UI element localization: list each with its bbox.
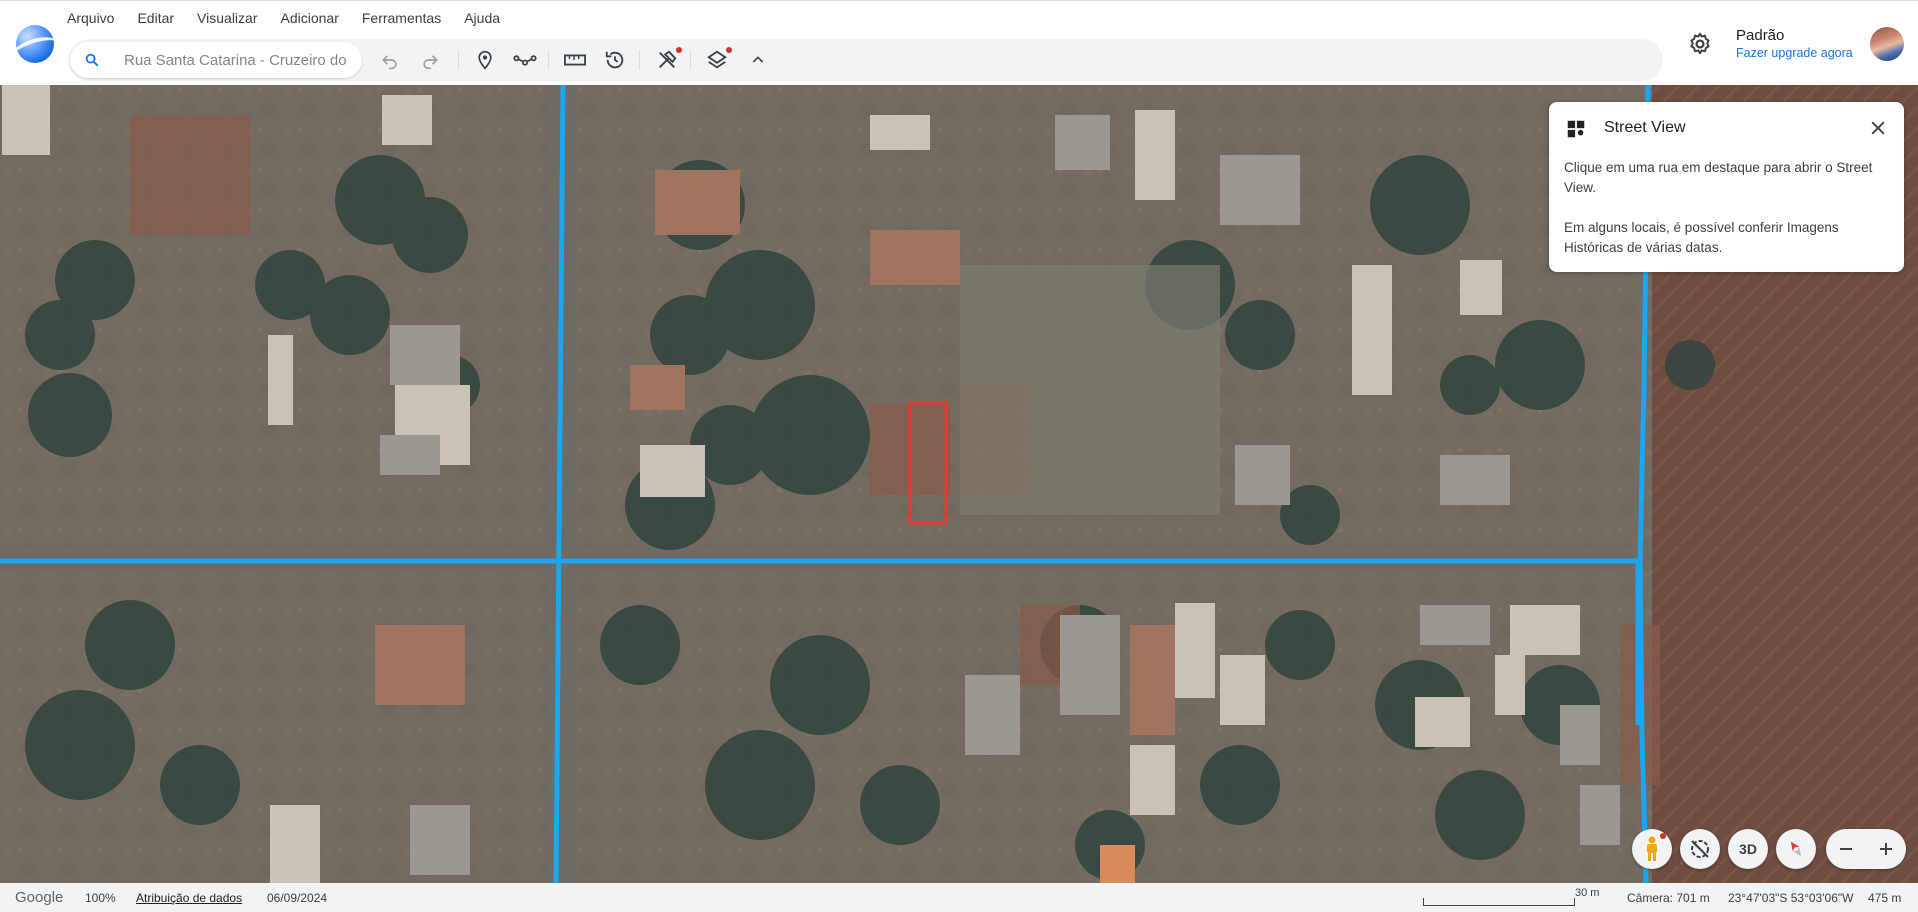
menu-ajuda[interactable]: Ajuda: [464, 9, 512, 27]
google-logo: Google: [15, 889, 64, 906]
chevron-up-icon: [752, 56, 764, 63]
street-view-text-2: Em alguns locais, é possível conferir Im…: [1564, 220, 1839, 255]
scale-label: 30 m: [1575, 887, 1600, 899]
coordinates: 23°47'03"S 53°03'06"W: [1728, 891, 1854, 905]
settings-icon[interactable]: [1687, 31, 1713, 57]
street-view-text-1: Clique em uma rua em destaque para abrir…: [1564, 160, 1873, 195]
status-bar: Google 100% Atribuição de dados 06/09/20…: [0, 883, 1918, 912]
notification-dot: [676, 47, 682, 53]
compass-icon: [1790, 841, 1802, 857]
notification-dot: [1660, 833, 1666, 839]
zoom-out-button[interactable]: [1826, 829, 1866, 869]
top-bar: Arquivo Editar Visualizar Adicionar Ferr…: [0, 0, 1918, 85]
pegman-button[interactable]: [1632, 829, 1672, 869]
layers-button[interactable]: [704, 47, 732, 72]
scale-bar: [1423, 898, 1575, 906]
menu-arquivo[interactable]: Arquivo: [67, 9, 126, 27]
undo-button[interactable]: [377, 48, 403, 72]
undo-icon: [382, 55, 397, 70]
minus-icon: [1840, 848, 1852, 850]
reset-tilt-button[interactable]: [1680, 829, 1720, 869]
compass-button[interactable]: [1776, 829, 1816, 869]
zoom-controls: [1826, 829, 1906, 869]
placemark-icon: [478, 50, 492, 70]
no-tilt-icon: [1691, 840, 1709, 858]
tools-button[interactable]: [654, 47, 682, 72]
elevation: 475 m: [1868, 891, 1902, 905]
avatar[interactable]: [1870, 27, 1904, 61]
notification-dot: [726, 47, 732, 53]
add-path-button[interactable]: [512, 48, 538, 72]
street-view-icon: [1567, 120, 1585, 138]
camera-altitude: Câmera: 701 m: [1627, 891, 1710, 905]
search-box[interactable]: [70, 42, 362, 78]
historical-imagery-button[interactable]: [602, 48, 628, 72]
pegman-icon: [1647, 836, 1657, 861]
plus-icon: [1880, 843, 1892, 855]
toggle-3d-button[interactable]: 3D: [1728, 829, 1768, 869]
street-view-title: Street View: [1604, 119, 1686, 136]
search-input[interactable]: [124, 50, 356, 70]
zoom-level: 100%: [85, 891, 116, 905]
toolbar-divider: [690, 50, 691, 70]
menu-editar[interactable]: Editar: [137, 9, 186, 27]
menu-visualizar[interactable]: Visualizar: [197, 9, 269, 27]
add-placemark-button[interactable]: [472, 48, 498, 72]
toolbar-divider: [458, 50, 459, 70]
menu-bar: Arquivo Editar Visualizar Adicionar Ferr…: [67, 9, 523, 27]
data-attribution-link[interactable]: Atribuição de dados: [136, 891, 242, 905]
zoom-in-button[interactable]: [1866, 829, 1906, 869]
layers-icon: [707, 50, 727, 69]
account-name: Padrão: [1736, 27, 1785, 44]
search-icon[interactable]: [84, 52, 100, 68]
upgrade-link[interactable]: Fazer upgrade agora: [1736, 46, 1853, 60]
path-icon: [513, 55, 537, 66]
street-view-panel: Street View Clique em uma rua em destaqu…: [1549, 102, 1904, 272]
imagery-date: 06/09/2024: [267, 891, 328, 905]
collapse-toolbar-button[interactable]: [745, 48, 771, 72]
toolbar-divider: [548, 50, 549, 70]
redo-icon: [423, 55, 438, 70]
menu-ferramentas[interactable]: Ferramentas: [362, 9, 453, 27]
close-icon[interactable]: [1868, 118, 1888, 138]
tools-icon: [659, 50, 677, 68]
measure-button[interactable]: [562, 48, 588, 72]
historical-imagery-icon: [605, 51, 624, 69]
menu-adicionar[interactable]: Adicionar: [280, 9, 350, 27]
google-earth-logo[interactable]: [16, 25, 54, 63]
toolbar-divider: [639, 50, 640, 70]
ruler-icon: [564, 54, 586, 66]
redo-button[interactable]: [417, 48, 443, 72]
toolbar: [68, 39, 1663, 81]
